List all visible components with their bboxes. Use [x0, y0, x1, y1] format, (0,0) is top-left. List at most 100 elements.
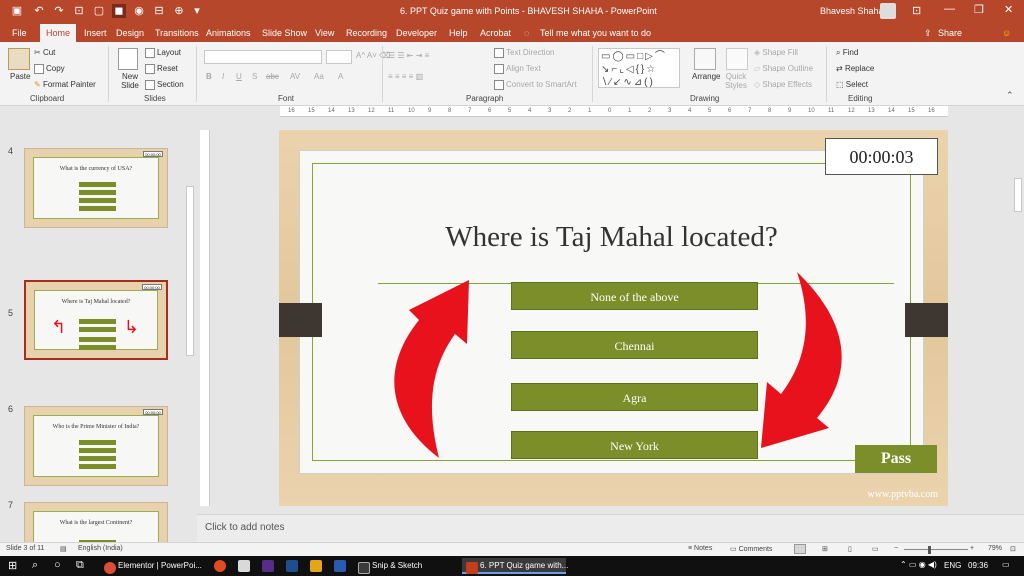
- lock-icon[interactable]: ⊕: [172, 4, 186, 18]
- arrange-button[interactable]: Arrange: [692, 72, 720, 81]
- increase-font-icon[interactable]: A^ A˅ ⌫: [356, 51, 390, 60]
- windows-start-icon[interactable]: ⊞: [8, 559, 17, 572]
- tab-transitions[interactable]: Transitions: [155, 28, 199, 38]
- slide-thumbnail-7[interactable]: What is the largest Continent?: [24, 502, 168, 542]
- layout-button[interactable]: Layout: [145, 48, 181, 58]
- collapse-ribbon-icon[interactable]: ⌃: [1006, 90, 1014, 101]
- thumbnail-scrollbar[interactable]: [184, 106, 196, 542]
- slide-sorter-icon[interactable]: ⊞: [822, 545, 828, 553]
- language-indicator[interactable]: English (India): [78, 545, 123, 552]
- share-icon[interactable]: ⇪: [924, 28, 932, 39]
- task-chrome[interactable]: Elementor | PowerPoi...: [100, 558, 202, 574]
- notes-button[interactable]: ≡ Notes: [688, 545, 712, 552]
- photoshop-icon[interactable]: [286, 560, 298, 572]
- tab-design[interactable]: Design: [116, 28, 144, 38]
- tray-icons[interactable]: ⌃ ▭ ◉ ◀): [900, 560, 937, 569]
- new-slide-icon[interactable]: [118, 48, 138, 70]
- search-icon[interactable]: ⌕: [32, 559, 38, 572]
- tab-insert[interactable]: Insert: [84, 28, 107, 38]
- italic-icon[interactable]: I: [222, 72, 224, 81]
- cortana-icon[interactable]: ○: [54, 559, 61, 571]
- camera-icon[interactable]: ◉: [132, 4, 146, 18]
- close-icon[interactable]: ✕: [1004, 3, 1013, 16]
- text-direction-button[interactable]: Text Direction: [494, 48, 554, 58]
- slide-thumbnail-6[interactable]: Who is the Prime Minister of India? 00:0…: [24, 406, 168, 486]
- tell-me-box[interactable]: Tell me what you want to do: [540, 28, 651, 38]
- shadow-icon[interactable]: S: [252, 72, 257, 81]
- font-size-select[interactable]: [326, 50, 352, 64]
- user-name[interactable]: Bhavesh Shaha: [820, 6, 884, 16]
- align-icons[interactable]: ≡ ≡ ≡ ≡ ▥: [388, 72, 423, 81]
- paste-icon[interactable]: [8, 48, 30, 70]
- tab-file[interactable]: File: [12, 28, 27, 38]
- tab-developer[interactable]: Developer: [396, 28, 437, 38]
- task-powerpoint[interactable]: 6. PPT Quiz game with...: [462, 558, 568, 574]
- paste-button[interactable]: Paste: [10, 72, 30, 81]
- reset-button[interactable]: Reset: [145, 64, 178, 74]
- change-case-icon[interactable]: Aa: [314, 72, 324, 81]
- pass-button[interactable]: Pass: [855, 445, 937, 473]
- font-color-icon[interactable]: A: [338, 72, 343, 81]
- shapes-gallery[interactable]: ▭◯▭□▷⌒ ↘⌐⌞◁{}☆ ∖∕↙∿⊿(): [598, 48, 680, 88]
- timer-display[interactable]: 00:00:03: [825, 138, 938, 175]
- new-slide-button[interactable]: New Slide: [118, 72, 142, 90]
- strikethrough-icon[interactable]: abc: [266, 72, 279, 81]
- customize-icon[interactable]: ▾: [190, 4, 204, 18]
- restore-icon[interactable]: ❐: [974, 3, 984, 16]
- replace-button[interactable]: ⇄ Replace: [836, 64, 874, 73]
- cut-button[interactable]: ✂ Cut: [34, 48, 55, 57]
- red-arrow-up-icon[interactable]: [379, 280, 489, 460]
- arrange-icon[interactable]: [694, 48, 716, 70]
- slide[interactable]: Where is Taj Mahal located? None of the …: [279, 130, 948, 506]
- bold-icon[interactable]: B: [206, 72, 212, 81]
- slide-thumbnail-5[interactable]: Where is Taj Mahal located? ↰ ↳ 00:00:00: [24, 280, 168, 360]
- convert-smartart-button[interactable]: Convert to SmartArt: [494, 80, 577, 90]
- answer-option-2[interactable]: Chennai: [511, 331, 758, 359]
- notes-placeholder[interactable]: Click to add notes: [205, 522, 285, 533]
- folder-icon[interactable]: [310, 560, 322, 572]
- shape-effects-button[interactable]: ◇ Shape Effects: [754, 80, 812, 89]
- underline-icon[interactable]: U: [236, 72, 242, 81]
- zoom-in-icon[interactable]: +: [970, 545, 974, 552]
- notes-pane[interactable]: Click to add notes: [197, 514, 1024, 542]
- explorer-icon[interactable]: [238, 560, 250, 572]
- share-button[interactable]: Share: [938, 28, 962, 38]
- slideshow-icon[interactable]: ▭: [872, 545, 879, 553]
- slide-thumbnails-pane[interactable]: 4 What is the currency of USA? 00:00:00 …: [0, 106, 196, 542]
- word-icon[interactable]: [334, 560, 346, 572]
- clock[interactable]: 09:36: [968, 561, 988, 570]
- spellcheck-icon[interactable]: ▤: [60, 545, 67, 553]
- answer-option-3[interactable]: Agra: [511, 383, 758, 411]
- red-arrow-down-icon[interactable]: [747, 270, 857, 450]
- save-icon[interactable]: ▣: [10, 4, 24, 18]
- font-family-select[interactable]: [204, 50, 322, 64]
- section-button[interactable]: Section: [145, 80, 184, 90]
- task-view-icon[interactable]: ⧉: [76, 559, 84, 572]
- scroll-thumb[interactable]: [186, 186, 194, 356]
- tab-animations[interactable]: Animations: [206, 28, 251, 38]
- record-icon[interactable]: ◼: [112, 4, 126, 18]
- from-beginning-icon[interactable]: ⊡: [72, 4, 86, 18]
- scroll-thumb[interactable]: [1014, 178, 1022, 212]
- smiley-icon[interactable]: ☺: [1002, 28, 1011, 38]
- shape-outline-button[interactable]: ▱ Shape Outline: [754, 64, 813, 73]
- quick-styles-icon[interactable]: [726, 48, 748, 70]
- minimize-icon[interactable]: —: [944, 3, 955, 15]
- tab-slide-show[interactable]: Slide Show: [262, 28, 307, 38]
- premiere-icon[interactable]: [262, 560, 274, 572]
- shape-fill-button[interactable]: ◈ Shape Fill: [754, 48, 798, 57]
- slide-thumbnail-4[interactable]: What is the currency of USA? 00:00:00: [24, 148, 168, 228]
- comments-button[interactable]: ▭ Comments: [730, 545, 772, 553]
- find-button[interactable]: ⌕ Find: [836, 48, 858, 58]
- zoom-level[interactable]: 79%: [988, 545, 1002, 552]
- format-painter-button[interactable]: ✎ Format Painter: [34, 80, 96, 89]
- task-snip-sketch[interactable]: Snip & Sketch: [354, 558, 450, 574]
- question-text[interactable]: Where is Taj Mahal located?: [300, 221, 923, 254]
- tab-recording[interactable]: Recording: [346, 28, 387, 38]
- bullets-icon[interactable]: ☰ ☰ ⇤ ⇥ ≡: [388, 51, 429, 60]
- tab-acrobat[interactable]: Acrobat: [480, 28, 511, 38]
- answer-option-1[interactable]: None of the above: [511, 282, 758, 310]
- tab-view[interactable]: View: [315, 28, 334, 38]
- zoom-slider[interactable]: [904, 549, 968, 550]
- zoom-out-icon[interactable]: −: [894, 545, 898, 552]
